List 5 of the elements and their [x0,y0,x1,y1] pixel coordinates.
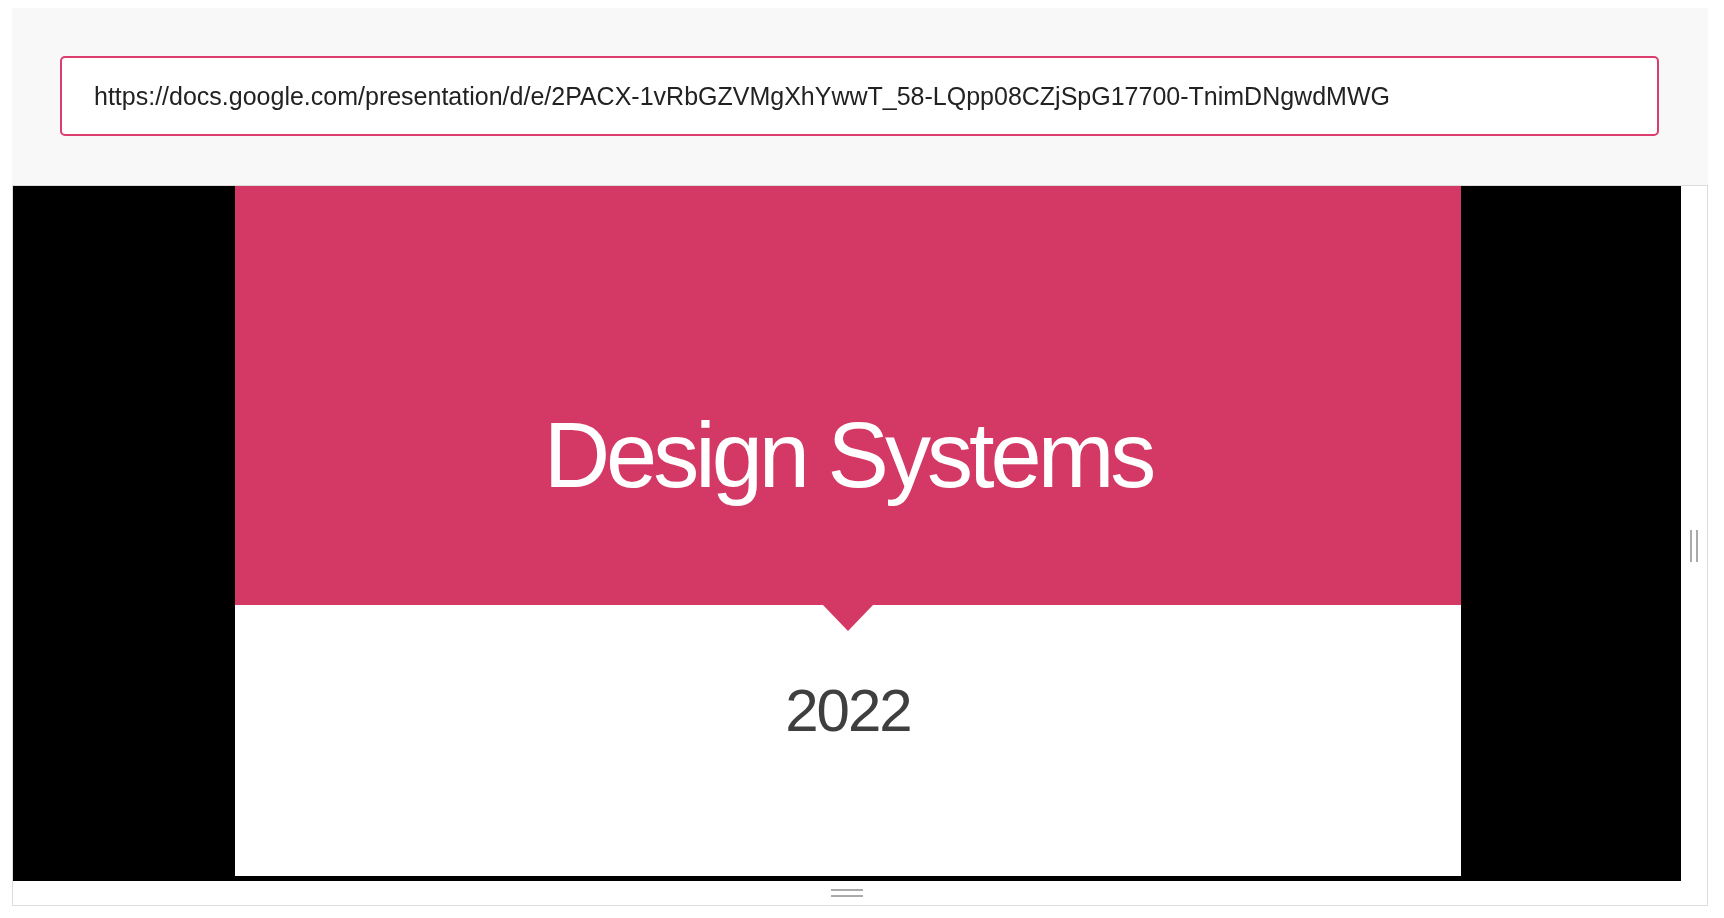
resize-handle-icon[interactable] [831,888,863,898]
slide-subtitle: 2022 [785,676,911,746]
resize-handle-icon[interactable] [1689,529,1699,562]
url-field[interactable]: https://docs.google.com/presentation/d/e/2PACX-1vRbGZVMgXhYwwT_58-LQpp08CZjSpG17700-TnimDNgwdMWG [60,56,1659,136]
slide-title: Design Systems [543,403,1153,509]
